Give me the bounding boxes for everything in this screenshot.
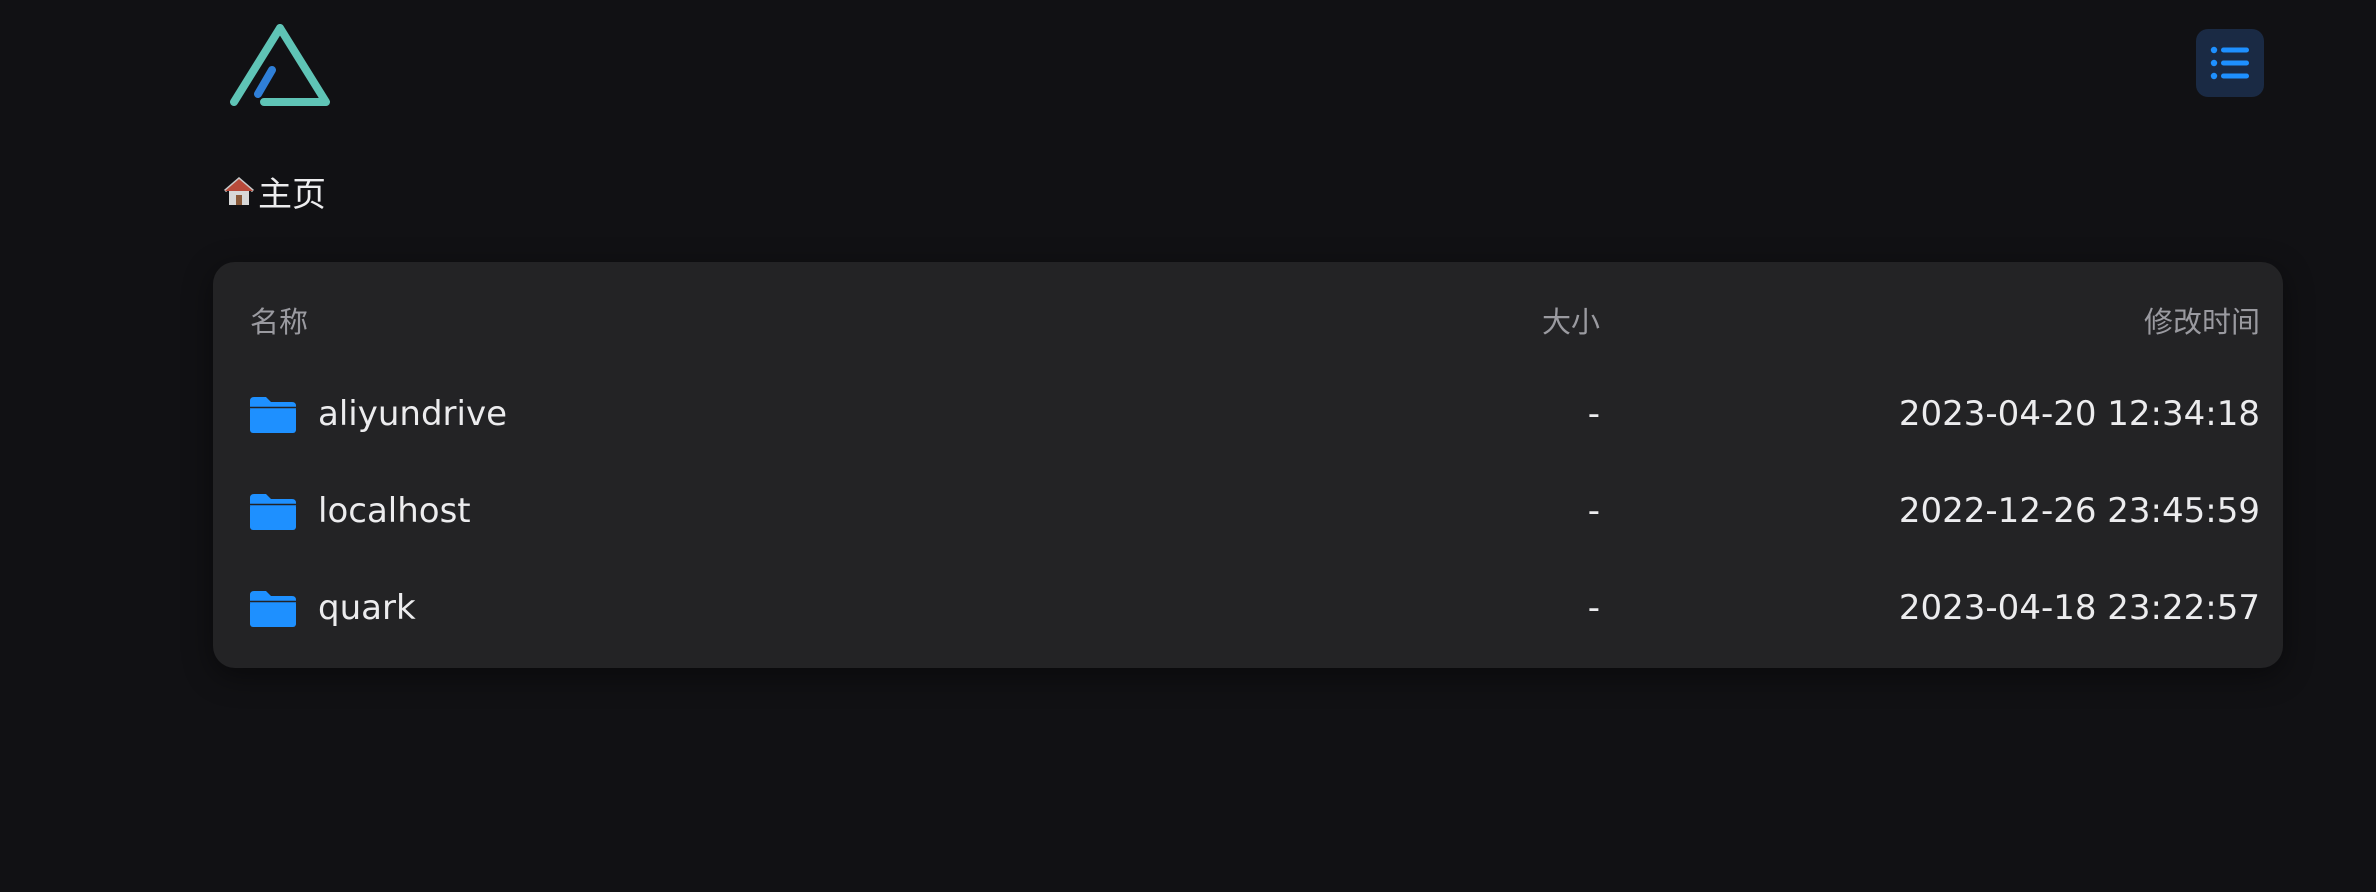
folder-icon [248, 492, 298, 532]
breadcrumb: 主页 [222, 166, 326, 216]
file-modified: 2023-04-18 23:22:57 [1898, 588, 2260, 628]
header [0, 0, 2376, 140]
file-name[interactable]: localhost [318, 463, 471, 560]
column-header-modified[interactable]: 修改时间 [1800, 302, 2260, 342]
file-size: - [1587, 588, 1600, 628]
house-icon [222, 174, 256, 208]
file-modified: 2022-12-26 23:45:59 [1898, 491, 2260, 531]
list-layout-icon [2210, 46, 2249, 80]
alist-logo-icon[interactable] [228, 22, 332, 108]
layout-toggle-button[interactable] [2196, 29, 2264, 97]
table-row[interactable]: quark - 2023-04-18 23:22:57 [213, 560, 2283, 657]
file-name[interactable]: aliyundrive [318, 366, 507, 463]
file-size: - [1587, 394, 1600, 434]
breadcrumb-home-link[interactable]: 主页 [258, 167, 326, 216]
table-row[interactable]: aliyundrive - 2023-04-20 12:34:18 [213, 366, 2283, 463]
file-name[interactable]: quark [318, 560, 416, 657]
file-modified: 2023-04-20 12:34:18 [1898, 394, 2260, 434]
folder-icon [248, 589, 298, 629]
column-header-name[interactable]: 名称 [250, 302, 308, 342]
file-list-panel: 名称 大小 修改时间 aliyundrive - 2023-04-20 12:3… [213, 262, 2283, 668]
column-header-size[interactable]: 大小 [1373, 302, 1600, 342]
folder-icon [248, 395, 298, 435]
table-row[interactable]: localhost - 2022-12-26 23:45:59 [213, 463, 2283, 560]
file-size: - [1587, 491, 1600, 531]
